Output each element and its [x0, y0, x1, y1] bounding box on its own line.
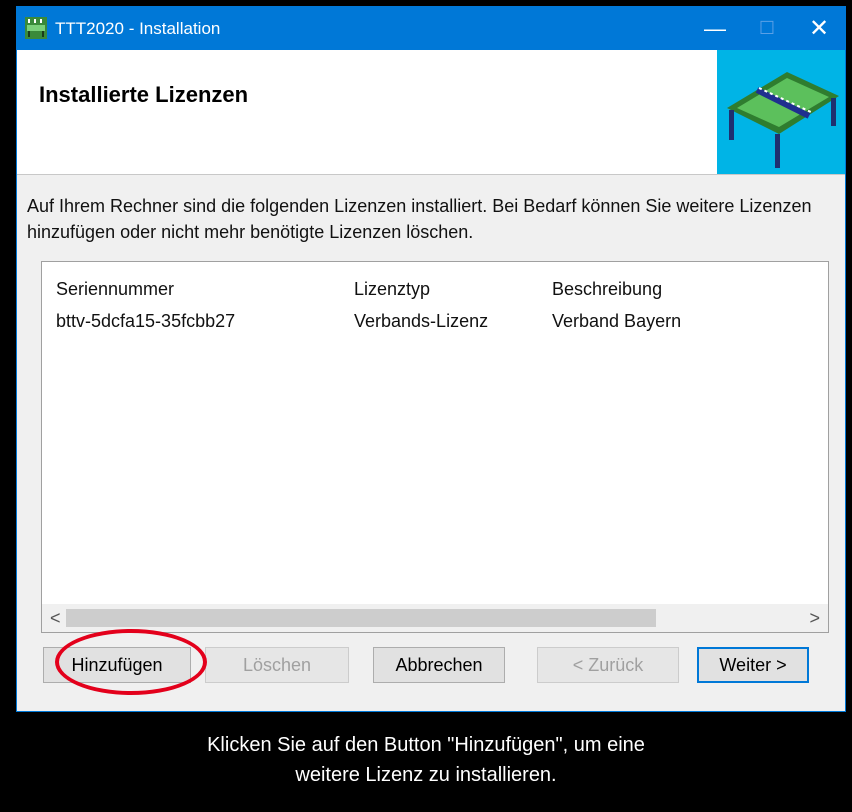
window-title: TTT2020 - Installation: [55, 19, 221, 38]
close-button[interactable]: ✕: [793, 7, 845, 50]
caption-line-2: weitere Lizenz zu installieren.: [295, 764, 557, 786]
title-bar[interactable]: TTT2020 - Installation — ☐ ✕: [17, 7, 845, 50]
intro-text: Auf Ihrem Rechner sind die folgenden Liz…: [27, 196, 812, 242]
scroll-left-icon[interactable]: <: [50, 604, 61, 632]
app-icon: [25, 17, 47, 39]
page-title: Installierte Lizenzen: [39, 82, 249, 107]
cell-type: Verbands-Lizenz: [354, 311, 489, 331]
cell-serial: bttv-5dcfa15-35fcbb27: [56, 311, 236, 331]
delete-button[interactable]: Löschen: [205, 647, 349, 683]
highlight-ellipse: [55, 629, 207, 695]
scroll-thumb[interactable]: [66, 609, 656, 627]
column-header-serial[interactable]: Seriennummer: [56, 274, 174, 304]
cancel-button[interactable]: Abbrechen: [373, 647, 505, 683]
minimize-button[interactable]: —: [689, 7, 741, 50]
scroll-right-icon[interactable]: >: [809, 604, 820, 632]
table-tennis-table-icon: [717, 50, 845, 174]
cell-description: Verband Bayern: [552, 311, 682, 331]
wizard-header: Installierte Lizenzen: [17, 50, 845, 175]
instruction-caption: Klicken Sie auf den Button "Hinzufügen",…: [0, 730, 852, 790]
back-button[interactable]: < Zurück: [537, 647, 679, 683]
column-header-description[interactable]: Beschreibung: [552, 274, 662, 304]
caption-line-1: Klicken Sie auf den Button "Hinzufügen",…: [207, 734, 645, 756]
column-header-type[interactable]: Lizenztyp: [354, 274, 430, 304]
license-list[interactable]: Seriennummer Lizenztyp Beschreibung bttv…: [41, 261, 829, 633]
horizontal-scrollbar[interactable]: < >: [42, 604, 828, 632]
next-button[interactable]: Weiter >: [697, 647, 809, 683]
maximize-button[interactable]: ☐: [741, 7, 793, 50]
installer-window: TTT2020 - Installation — ☐ ✕ Installiert…: [16, 6, 846, 712]
